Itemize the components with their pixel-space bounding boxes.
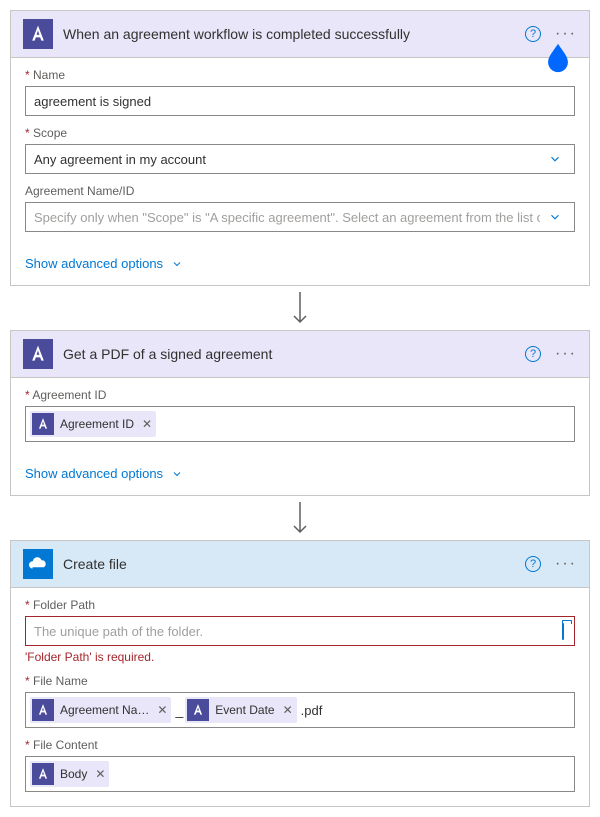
name-input[interactable]: agreement is signed xyxy=(25,86,575,116)
token-agreement-id[interactable]: Agreement ID ✕ xyxy=(30,411,156,437)
get-pdf-title: Get a PDF of a signed agreement xyxy=(63,346,525,362)
file-name-label: File Name xyxy=(25,674,575,688)
more-menu-icon[interactable]: ··· xyxy=(555,26,577,42)
chevron-down-icon xyxy=(540,210,566,224)
token-remove-icon[interactable]: ✕ xyxy=(142,417,152,431)
help-icon[interactable]: ? xyxy=(525,556,541,572)
connector-drop-icon xyxy=(541,41,575,75)
help-icon[interactable]: ? xyxy=(525,26,541,42)
token-event-date[interactable]: Event Date ✕ xyxy=(185,697,296,723)
flow-arrow xyxy=(10,496,590,540)
token-agreement-name[interactable]: Agreement Na… ✕ xyxy=(30,697,171,723)
adobe-sign-icon xyxy=(23,19,53,49)
agreement-id-input[interactable]: Agreement ID ✕ xyxy=(25,406,575,442)
trigger-card: When an agreement workflow is completed … xyxy=(10,10,590,286)
show-advanced-link[interactable]: Show advanced options xyxy=(11,456,197,495)
agreement-id-label: Agreement ID xyxy=(25,388,575,402)
token-body[interactable]: Body ✕ xyxy=(30,761,109,787)
onedrive-icon xyxy=(23,549,53,579)
name-label: Name xyxy=(25,68,575,82)
show-advanced-link[interactable]: Show advanced options xyxy=(11,246,197,285)
folder-path-label: Folder Path xyxy=(25,598,575,612)
scope-select[interactable]: Any agreement in my account xyxy=(25,144,575,174)
trigger-header[interactable]: When an agreement workflow is completed … xyxy=(11,11,589,58)
filename-suffix: .pdf xyxy=(301,703,323,718)
file-name-input[interactable]: Agreement Na… ✕ _ Event Date ✕ .pdf xyxy=(25,692,575,728)
file-content-input[interactable]: Body ✕ xyxy=(25,756,575,792)
folder-path-input[interactable]: The unique path of the folder. xyxy=(25,616,575,646)
help-icon[interactable]: ? xyxy=(525,346,541,362)
get-pdf-header[interactable]: Get a PDF of a signed agreement ? ··· xyxy=(11,331,589,378)
adobe-sign-icon xyxy=(32,763,54,785)
agreement-label: Agreement Name/ID xyxy=(25,184,575,198)
create-file-header[interactable]: Create file ? ··· xyxy=(11,541,589,588)
folder-path-error: 'Folder Path' is required. xyxy=(25,650,575,664)
adobe-sign-icon xyxy=(32,413,54,435)
adobe-sign-icon xyxy=(32,699,54,721)
more-menu-icon[interactable]: ··· xyxy=(555,556,577,572)
trigger-title: When an agreement workflow is completed … xyxy=(63,26,525,42)
folder-picker-icon[interactable] xyxy=(560,624,566,639)
adobe-sign-icon xyxy=(23,339,53,369)
scope-label: Scope xyxy=(25,126,575,140)
create-file-card: Create file ? ··· Folder Path The unique… xyxy=(10,540,590,807)
token-remove-icon[interactable]: ✕ xyxy=(157,703,167,717)
chevron-down-icon xyxy=(540,152,566,166)
more-menu-icon[interactable]: ··· xyxy=(555,346,577,362)
token-remove-icon[interactable]: ✕ xyxy=(283,703,293,717)
get-pdf-card: Get a PDF of a signed agreement ? ··· Ag… xyxy=(10,330,590,496)
create-file-title: Create file xyxy=(63,556,525,572)
token-remove-icon[interactable]: ✕ xyxy=(95,767,105,781)
file-content-label: File Content xyxy=(25,738,575,752)
adobe-sign-icon xyxy=(187,699,209,721)
flow-arrow xyxy=(10,286,590,330)
separator-text: _ xyxy=(175,702,183,718)
agreement-select[interactable]: Specify only when "Scope" is "A specific… xyxy=(25,202,575,232)
